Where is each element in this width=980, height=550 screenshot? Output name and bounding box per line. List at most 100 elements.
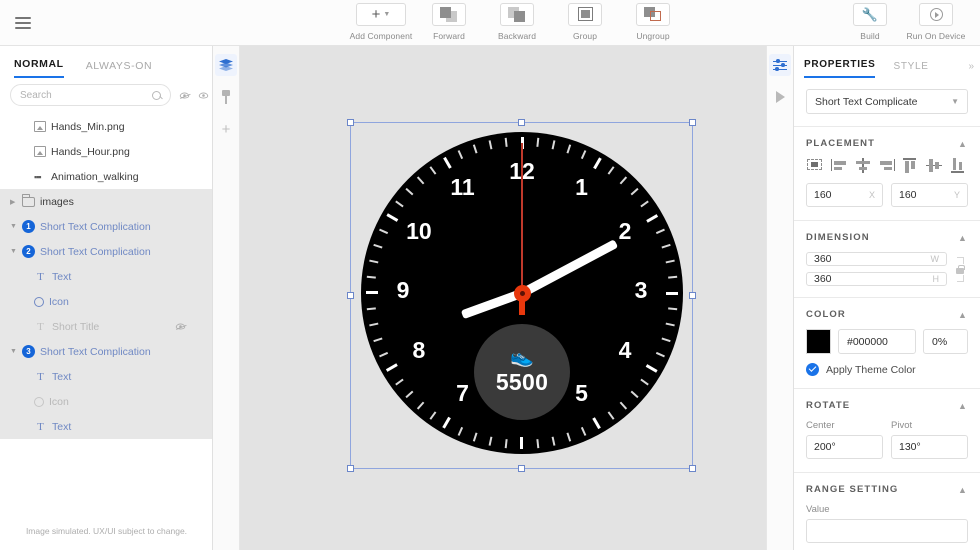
layer-row[interactable]: Icon bbox=[0, 389, 212, 414]
placement-y-input[interactable]: 160 Y bbox=[891, 183, 968, 207]
layer-row[interactable]: ▼1Short Text Complication bbox=[0, 214, 212, 239]
color-swatch[interactable] bbox=[806, 329, 831, 354]
color-hex-input[interactable]: #000000 bbox=[838, 329, 916, 354]
resize-handle-middle-right[interactable] bbox=[689, 292, 696, 299]
run-on-device-button[interactable]: Run On Device bbox=[910, 3, 962, 41]
color-opacity-input[interactable]: 0% bbox=[923, 329, 968, 354]
watch-face-preview[interactable]: 121234567891011 👟 5500 bbox=[361, 132, 683, 454]
search-input[interactable] bbox=[20, 90, 152, 101]
align-top-icon[interactable] bbox=[902, 158, 919, 173]
search-box[interactable] bbox=[10, 84, 171, 106]
hamburger-menu-icon[interactable] bbox=[0, 0, 46, 46]
align-center-in-parent-icon[interactable] bbox=[807, 158, 824, 173]
layer-label: Short Text Complication bbox=[40, 346, 151, 358]
tab-always-on[interactable]: ALWAYS-ON bbox=[86, 60, 152, 78]
color-section-header[interactable]: COLOR ▲ bbox=[806, 298, 968, 329]
layer-row[interactable]: Hands_Min.png bbox=[0, 114, 212, 139]
add-tool-button[interactable]: + bbox=[215, 118, 237, 140]
hour-numeral: 9 bbox=[383, 277, 423, 304]
toolbar-center-group: + ▼ Add Component Forward bbox=[355, 0, 679, 46]
dimension-section-header[interactable]: DIMENSION ▲ bbox=[806, 221, 968, 252]
resize-handle-middle-left[interactable] bbox=[347, 292, 354, 299]
plus-icon: + bbox=[222, 122, 231, 137]
range-setting-section-header[interactable]: RANGE SETTING ▲ bbox=[806, 473, 968, 504]
disclosure-triangle-icon[interactable]: ▼ bbox=[10, 223, 22, 230]
rotate-fields: 200° 130° bbox=[806, 435, 968, 461]
properties-tool-button[interactable] bbox=[769, 54, 791, 76]
tab-style[interactable]: STYLE bbox=[893, 61, 928, 78]
resize-handle-bottom-right[interactable] bbox=[689, 465, 696, 472]
resize-handle-top-left[interactable] bbox=[347, 119, 354, 126]
layer-row[interactable]: Hands_Hour.png bbox=[0, 139, 212, 164]
layers-tool-button[interactable] bbox=[215, 54, 237, 76]
layer-label: Text bbox=[52, 271, 71, 283]
bracket-bottom bbox=[957, 275, 964, 282]
apply-theme-color-checkbox[interactable]: Apply Theme Color bbox=[806, 363, 968, 380]
layer-row[interactable]: ▪▪▪Animation_walking bbox=[0, 164, 212, 189]
dimension-width-input[interactable]: 360 W bbox=[806, 252, 947, 266]
align-center-horizontal-icon[interactable] bbox=[855, 158, 872, 173]
add-component-label: Add Component bbox=[350, 31, 413, 41]
color-opacity-value: 0% bbox=[932, 336, 947, 348]
disclosure-triangle-icon[interactable]: ▼ bbox=[10, 348, 22, 355]
align-middle-vertical-icon[interactable] bbox=[926, 158, 943, 173]
layer-row[interactable]: ▼3 Short Text Complication bbox=[0, 339, 212, 364]
disclaimer-text: Image simulated. UX/UI subject to change… bbox=[0, 526, 213, 536]
disclosure-triangle-icon[interactable]: ▼ bbox=[10, 248, 22, 255]
resize-handle-top-center[interactable] bbox=[518, 119, 525, 126]
rotate-section-header[interactable]: ROTATE ▲ bbox=[806, 389, 968, 420]
group-button[interactable]: Group bbox=[559, 3, 611, 41]
canvas-left-toolbar: + bbox=[213, 46, 240, 550]
align-bottom-icon[interactable] bbox=[950, 158, 967, 173]
eye-preview-icon[interactable] bbox=[198, 88, 209, 102]
build-button[interactable]: 🔧 Build bbox=[844, 3, 896, 41]
forward-button[interactable]: Forward bbox=[423, 3, 475, 41]
complication-steps[interactable]: 👟 5500 bbox=[474, 324, 570, 420]
placement-section-header[interactable]: PLACEMENT ▲ bbox=[806, 127, 968, 158]
image-icon bbox=[34, 146, 46, 157]
aspect-ratio-lock[interactable] bbox=[952, 257, 968, 282]
complication-slot-badge: 3 bbox=[22, 345, 35, 358]
pin-tool-button[interactable] bbox=[215, 86, 237, 108]
layer-list: Hands_Min.pngHands_Hour.png▪▪▪Animation_… bbox=[0, 114, 212, 439]
component-select-wrap: Short Text Complicate ▼ bbox=[794, 78, 980, 126]
sliders-icon bbox=[773, 60, 787, 71]
layer-label: Text bbox=[52, 421, 71, 433]
component-select[interactable]: Short Text Complicate ▼ bbox=[806, 89, 968, 114]
dimension-height-input[interactable]: 360 H bbox=[806, 272, 947, 286]
resize-handle-top-right[interactable] bbox=[689, 119, 696, 126]
placement-x-value: 160 bbox=[814, 189, 832, 201]
preview-play-button[interactable] bbox=[769, 86, 791, 108]
add-component-button[interactable]: + ▼ Add Component bbox=[355, 3, 407, 41]
layer-row[interactable]: ▼2Short Text Complication bbox=[0, 239, 212, 264]
disclosure-triangle-icon[interactable]: ▶ bbox=[10, 198, 22, 206]
color-hex-value: #000000 bbox=[847, 336, 888, 348]
layer-row[interactable]: ▶images bbox=[0, 189, 212, 214]
eye-off-icon[interactable] bbox=[179, 88, 190, 102]
align-right-icon[interactable] bbox=[878, 158, 895, 173]
layer-row[interactable]: TText bbox=[0, 364, 212, 389]
layer-row[interactable]: TShort Title bbox=[0, 314, 212, 339]
rotate-center-input[interactable]: 200° bbox=[806, 435, 883, 459]
ungroup-button[interactable]: Ungroup bbox=[627, 3, 679, 41]
layer-row[interactable]: TText bbox=[0, 414, 212, 439]
dimension-title: DIMENSION bbox=[806, 232, 870, 243]
range-value-input[interactable] bbox=[806, 519, 968, 543]
layer-row[interactable]: Icon bbox=[0, 289, 212, 314]
backward-button[interactable]: Backward bbox=[491, 3, 543, 41]
align-left-icon[interactable] bbox=[831, 158, 848, 173]
layer-row[interactable]: TText bbox=[0, 264, 212, 289]
rotate-pivot-input[interactable]: 130° bbox=[891, 435, 968, 459]
placement-x-input[interactable]: 160 X bbox=[806, 183, 883, 207]
chevron-up-icon: ▲ bbox=[958, 485, 968, 495]
resize-handle-bottom-center[interactable] bbox=[518, 465, 525, 472]
chevron-double-right-icon[interactable]: » bbox=[968, 61, 972, 72]
rotate-pivot-label: Pivot bbox=[891, 420, 968, 435]
resize-handle-bottom-left[interactable] bbox=[347, 465, 354, 472]
run-on-device-label: Run On Device bbox=[907, 31, 966, 41]
tab-properties[interactable]: PROPERTIES bbox=[804, 59, 875, 78]
eye-off-icon[interactable] bbox=[176, 324, 185, 330]
tab-normal[interactable]: NORMAL bbox=[14, 58, 64, 78]
design-canvas[interactable]: 121234567891011 👟 5500 bbox=[240, 46, 766, 550]
dimension-width-unit: W bbox=[931, 254, 940, 264]
